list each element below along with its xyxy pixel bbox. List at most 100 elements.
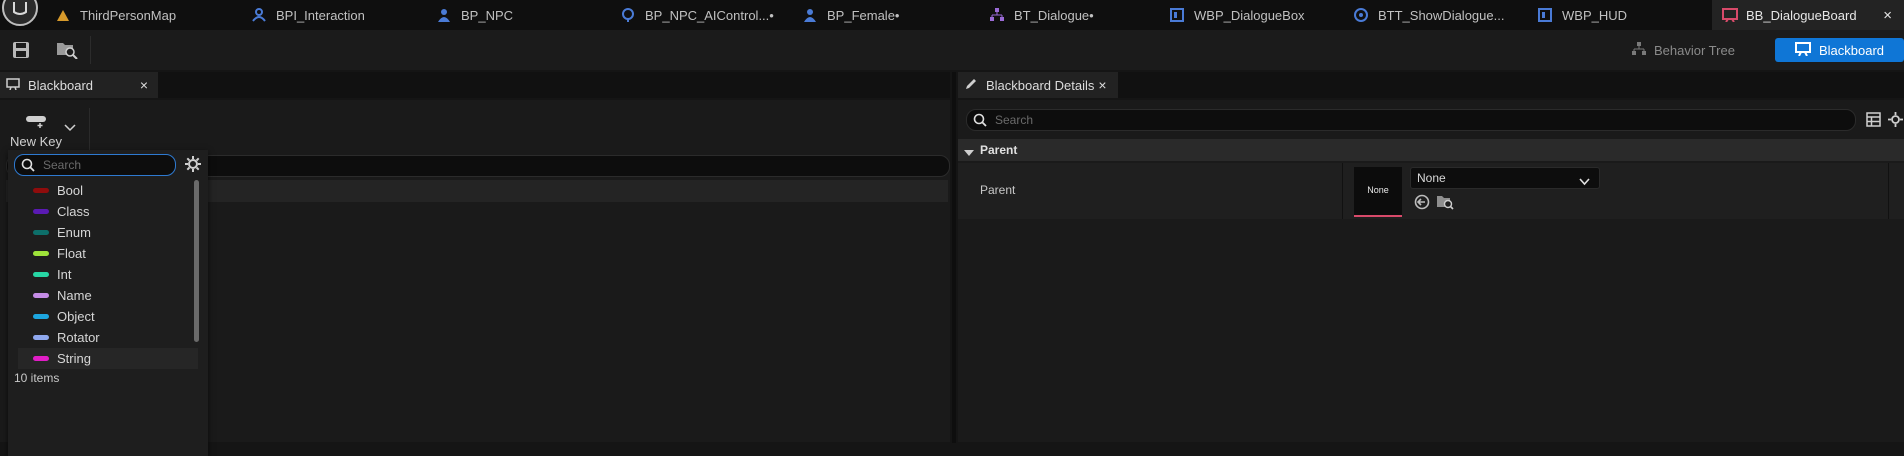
close-panel-icon[interactable]: × — [140, 77, 148, 93]
blackboard-icon — [1795, 41, 1811, 59]
new-key-icon — [26, 114, 48, 131]
save-icon[interactable] — [12, 41, 30, 62]
key-type-float[interactable]: Float — [18, 243, 198, 264]
asset-thumbnail[interactable]: None — [1354, 167, 1402, 217]
key-type-name[interactable]: Name — [18, 285, 198, 306]
thumbnail-label: None — [1367, 185, 1389, 195]
rotator-color-pill — [33, 335, 49, 340]
class-color-pill — [33, 209, 49, 214]
tab-label: WBP_HUD — [1562, 7, 1628, 23]
browse-asset-icon[interactable] — [56, 41, 78, 62]
key-type-bool[interactable]: Bool — [18, 180, 198, 201]
behavior-tree-mode-button[interactable]: Behavior Tree — [1632, 38, 1762, 62]
gear-icon[interactable] — [1888, 112, 1903, 130]
edit-icon — [964, 77, 978, 94]
browse-asset-icon[interactable] — [1436, 194, 1454, 213]
chevron-down-icon — [1579, 174, 1590, 189]
tab-label: BP_Female• — [827, 7, 900, 23]
blackboard-details-panel: Blackboard Details × Search Parent Paren… — [958, 72, 1904, 443]
float-color-pill — [33, 251, 49, 256]
combo-value: None — [1417, 171, 1446, 185]
panel-splitter[interactable] — [952, 72, 956, 443]
details-search-placeholder: Search — [995, 113, 1034, 127]
gear-icon[interactable] — [184, 155, 202, 176]
ai-controller-icon — [621, 8, 635, 22]
details-tab-label: Blackboard Details — [986, 77, 1095, 93]
type-search-input[interactable]: Search — [14, 154, 176, 176]
key-type-enum[interactable]: Enum — [18, 222, 198, 243]
tab-bp-npc-aicontroller[interactable]: BP_NPC_AIControl...• — [621, 0, 781, 30]
search-icon — [21, 158, 35, 175]
close-tab-icon[interactable]: × — [1883, 7, 1892, 24]
close-panel-icon[interactable]: × — [1098, 77, 1106, 93]
chevron-down-icon[interactable] — [64, 120, 76, 135]
tab-label: ThirdPersonMap — [80, 7, 177, 23]
tab-label: BB_DialogueBoard — [1746, 7, 1857, 23]
row-end-divider — [1888, 163, 1889, 219]
name-color-pill — [33, 293, 49, 298]
key-type-class[interactable]: Class — [18, 201, 198, 222]
toolbar-divider — [89, 108, 90, 156]
tab-label: BTT_ShowDialogue... — [1378, 7, 1505, 23]
blackboard-panel-tab[interactable]: Blackboard × — [0, 72, 158, 98]
tab-bp-npc[interactable]: BP_NPC — [437, 0, 577, 30]
column-splitter[interactable] — [1342, 163, 1343, 219]
items-count: 10 items — [14, 371, 60, 385]
key-type-label: Class — [57, 204, 90, 219]
tab-bt-dialogue[interactable]: BT_Dialogue• — [990, 0, 1150, 30]
tab-bpi-interaction[interactable]: BPI_Interaction — [252, 0, 412, 30]
behavior-tree-label: Behavior Tree — [1654, 42, 1735, 58]
tab-label: BP_NPC_AIControl...• — [645, 7, 774, 23]
key-type-label: Name — [57, 288, 92, 303]
tab-bp-female[interactable]: BP_Female• — [803, 0, 963, 30]
tab-thirdpersonmap[interactable]: ThirdPersonMap — [56, 0, 246, 30]
parent-property-label: Parent — [980, 183, 1016, 197]
tab-wbp-dialoguebox[interactable]: WBP_DialogueBox — [1170, 0, 1340, 30]
key-type-label: Enum — [57, 225, 91, 240]
type-list-scrollbar[interactable] — [194, 180, 199, 342]
new-key-type-menu: Search Bool Class Enum Float Int Name Ob… — [8, 150, 208, 456]
blackboard-mode-button[interactable]: Blackboard — [1775, 38, 1904, 62]
blackboard-label: Blackboard — [1819, 42, 1885, 58]
key-type-string[interactable]: String — [18, 348, 198, 369]
search-icon — [973, 113, 987, 130]
blackboard-details-panel-tab[interactable]: Blackboard Details × — [958, 72, 1118, 98]
table-view-icon[interactable] — [1866, 112, 1881, 130]
type-search-placeholder: Search — [43, 158, 82, 172]
tab-btt-showdialogue[interactable]: BTT_ShowDialogue... — [1354, 0, 1529, 30]
key-type-label: Bool — [57, 183, 84, 198]
chevron-down-icon — [964, 146, 974, 161]
key-type-object[interactable]: Object — [18, 306, 198, 327]
tab-label: BPI_Interaction — [276, 7, 365, 23]
key-type-int[interactable]: Int — [18, 264, 198, 285]
level-icon — [56, 8, 70, 22]
toolbar-divider — [90, 36, 91, 64]
blackboard-icon — [6, 77, 20, 93]
tab-label: WBP_DialogueBox — [1194, 7, 1305, 23]
asset-toolbar: Behavior Tree Blackboard — [0, 30, 1904, 70]
unreal-logo-icon[interactable] — [0, 0, 44, 30]
string-color-pill — [33, 356, 49, 361]
key-type-rotator[interactable]: Rotator — [18, 327, 198, 348]
key-type-label: Object — [57, 309, 95, 324]
key-type-label: Int — [57, 267, 72, 282]
tab-label: BT_Dialogue• — [1014, 7, 1094, 23]
interface-icon — [252, 8, 266, 22]
blackboard-panel: Blackboard × New Key Search Bool Class E… — [0, 72, 950, 456]
widget-icon — [1538, 8, 1552, 22]
key-type-label: Rotator — [57, 330, 100, 345]
details-search-input[interactable]: Search — [966, 109, 1856, 131]
widget-icon — [1170, 8, 1184, 22]
behavior-tree-icon — [1632, 41, 1646, 59]
key-type-label: Float — [57, 246, 86, 261]
enum-color-pill — [33, 230, 49, 235]
new-key-button[interactable]: New Key — [8, 112, 84, 154]
tab-wbp-hud[interactable]: WBP_HUD — [1538, 0, 1688, 30]
document-tab-bar: ThirdPersonMap BPI_Interaction BP_NPC BP… — [0, 0, 1904, 30]
parent-category-header[interactable]: Parent — [958, 139, 1904, 161]
use-selected-asset-icon[interactable] — [1414, 194, 1430, 213]
parent-asset-combo[interactable]: None — [1410, 167, 1600, 189]
tab-bb-dialogueboard[interactable]: BB_DialogueBoard × — [1712, 0, 1904, 30]
parent-category-label: Parent — [980, 143, 1018, 157]
blackboard-tab-label: Blackboard — [28, 77, 94, 93]
